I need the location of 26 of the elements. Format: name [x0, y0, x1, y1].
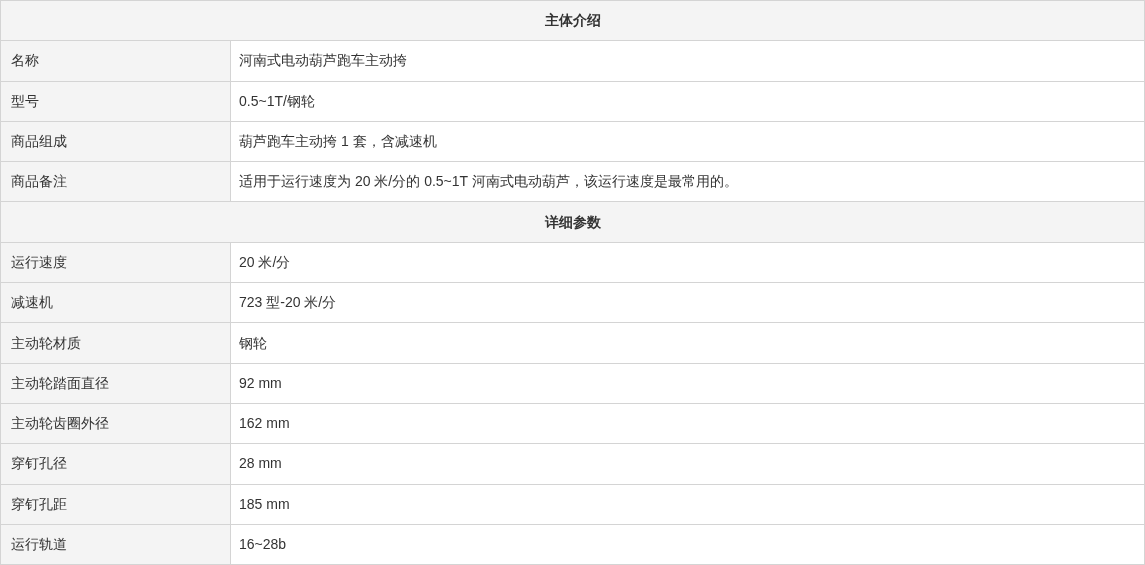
value-cell: 适用于运行速度为 20 米/分的 0.5~1T 河南式电动葫芦，该运行速度是最常用的。	[231, 162, 1145, 203]
label-cell: 主动轮齿圈外径	[1, 403, 231, 445]
value-cell: 0.5~1T/钢轮	[231, 81, 1145, 122]
value-cell: 20 米/分	[231, 242, 1145, 284]
value-cell: 钢轮	[231, 323, 1145, 364]
label-cell: 商品组成	[1, 121, 231, 163]
value-cell: 92 mm	[231, 363, 1145, 404]
section-header: 详细参数	[1, 202, 1145, 243]
label-cell: 运行速度	[1, 242, 231, 284]
label-cell: 主动轮踏面直径	[1, 363, 231, 404]
label-cell: 型号	[1, 81, 231, 122]
label-cell: 名称	[1, 41, 231, 82]
label-cell: 减速机	[1, 283, 231, 324]
label-cell: 商品备注	[1, 162, 231, 203]
value-cell: 葫芦跑车主动挎 1 套，含减速机	[231, 121, 1145, 163]
label-cell: 主动轮材质	[1, 323, 231, 364]
value-cell: 723 型-20 米/分	[231, 283, 1145, 324]
value-cell: 28 mm	[231, 444, 1145, 485]
label-cell: 穿钉孔距	[1, 484, 231, 525]
label-cell: 穿钉孔径	[1, 444, 231, 485]
value-cell: 河南式电动葫芦跑车主动挎	[231, 41, 1145, 82]
value-cell: 162 mm	[231, 403, 1145, 445]
section-header: 主体介绍	[1, 1, 1145, 42]
value-cell: 185 mm	[231, 484, 1145, 525]
value-cell: 16~28b	[231, 524, 1145, 565]
label-cell: 运行轨道	[1, 524, 231, 565]
